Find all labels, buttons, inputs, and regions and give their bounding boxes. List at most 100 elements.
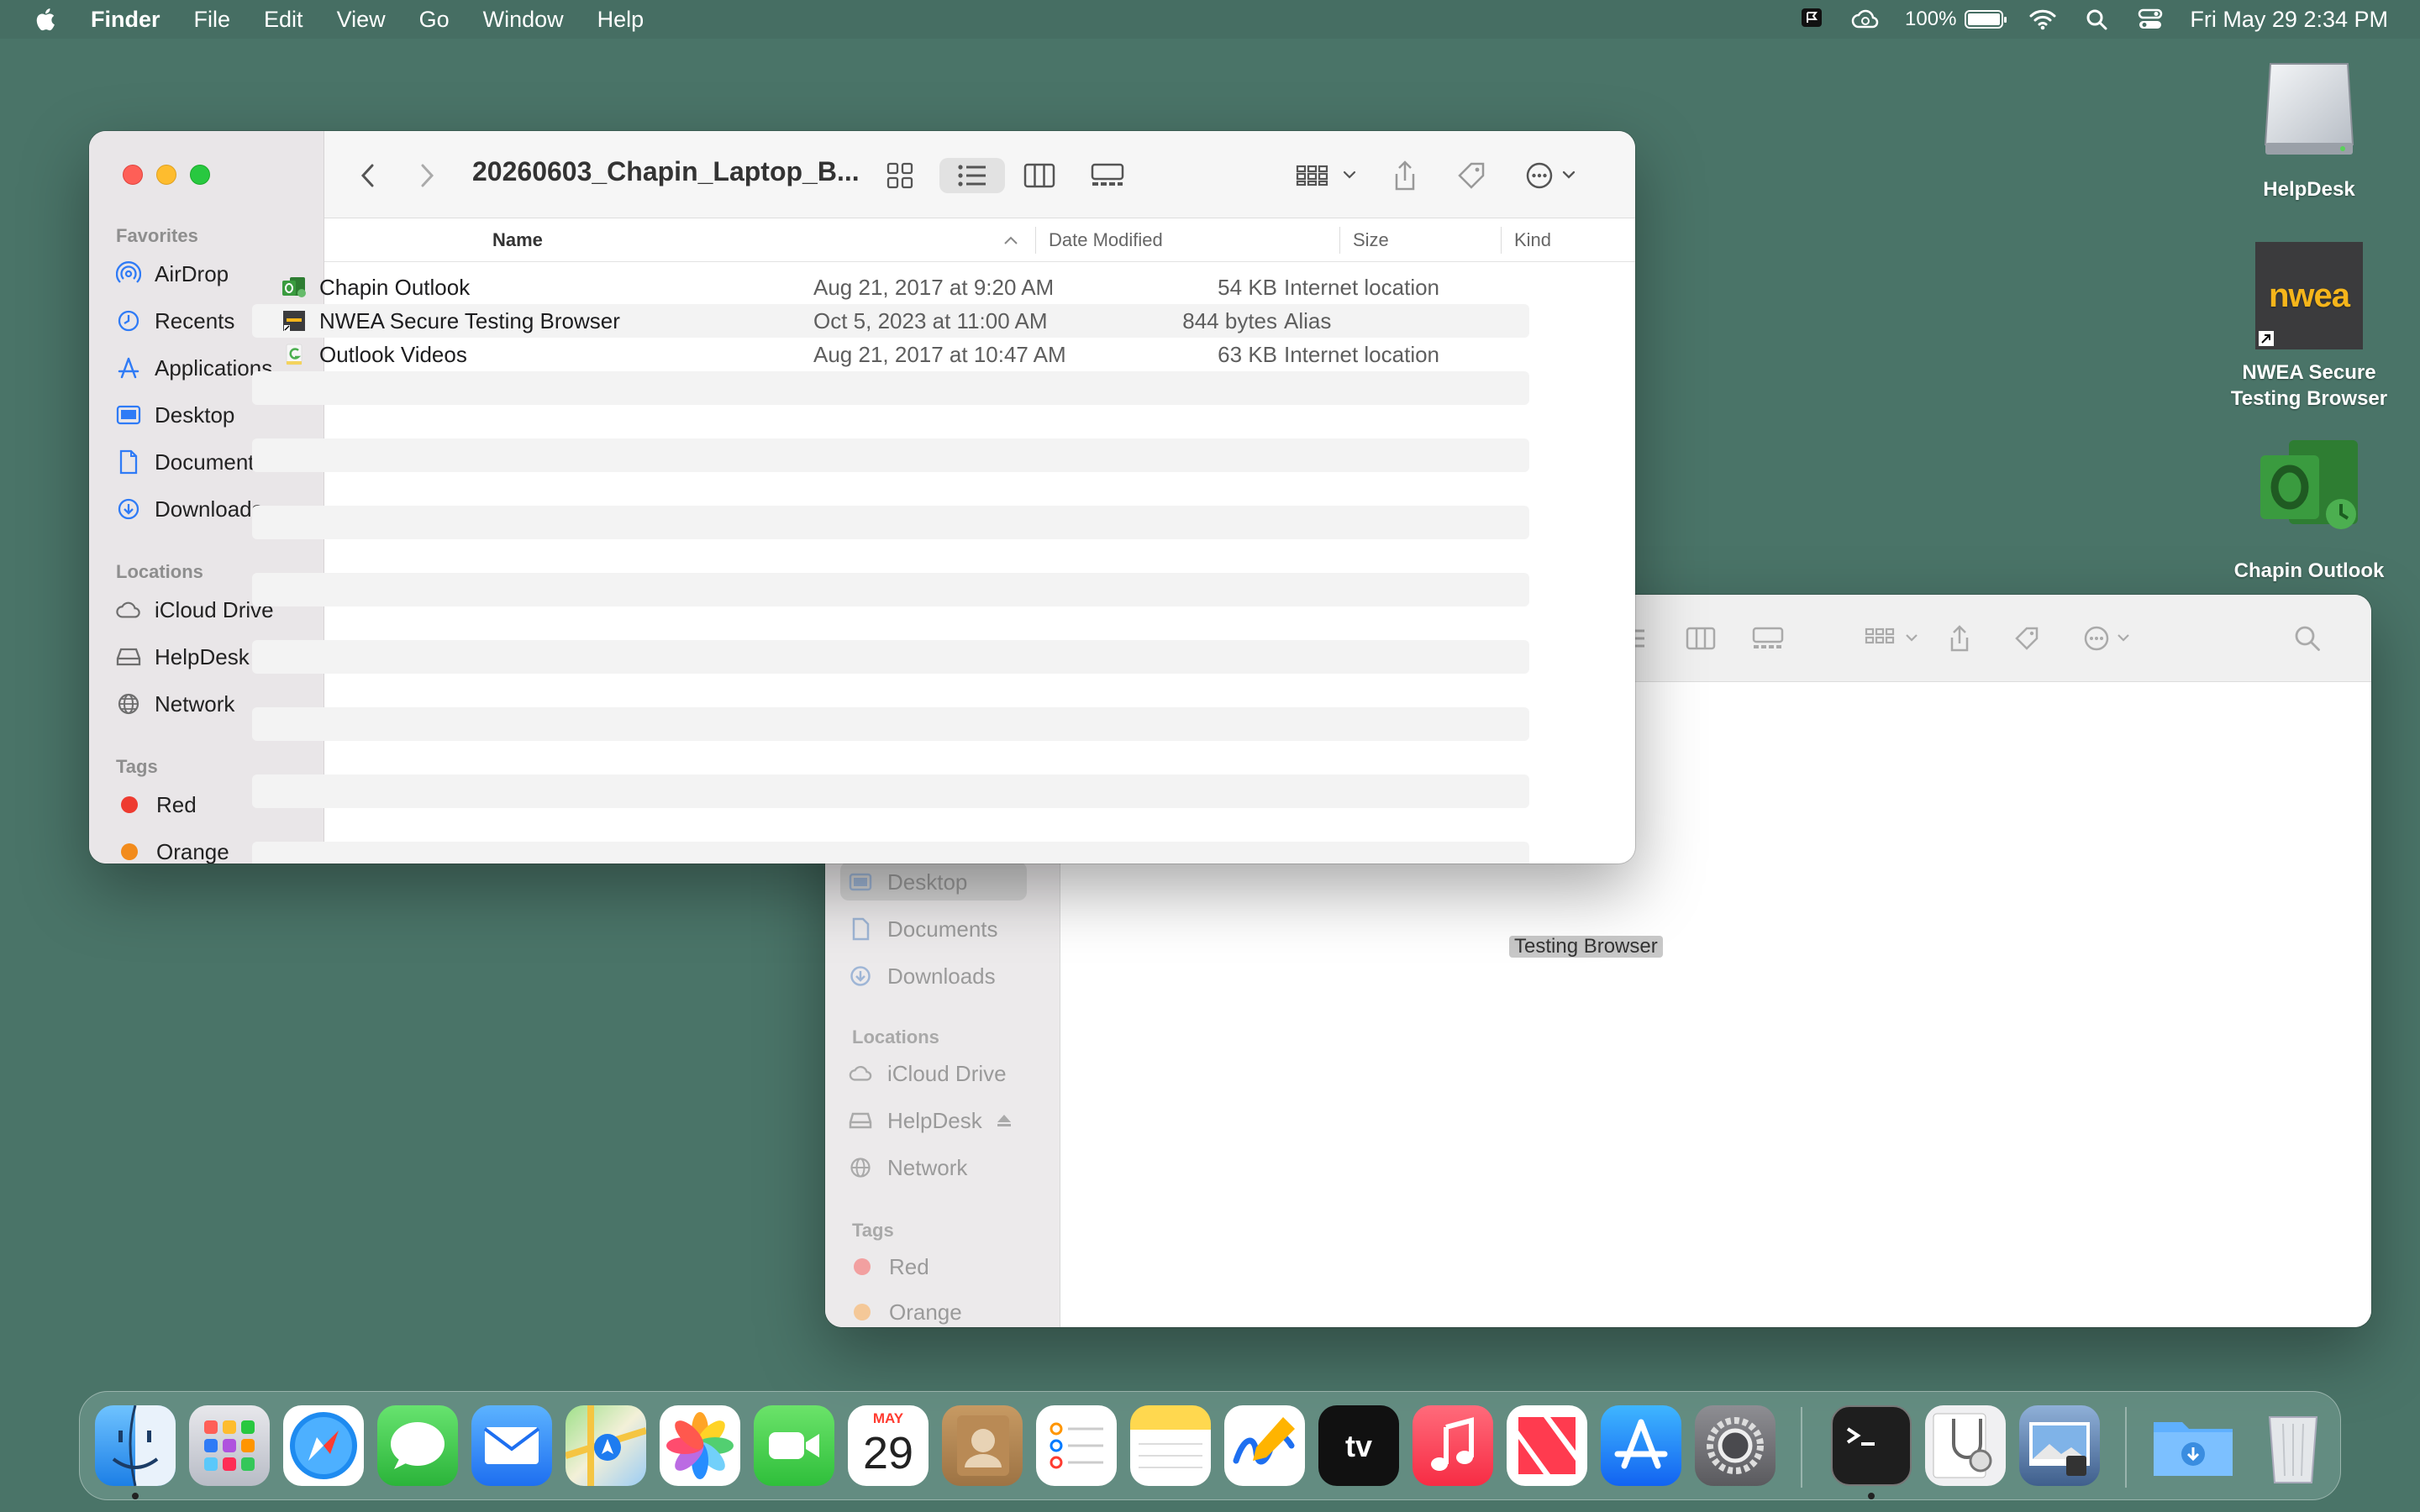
finder-toolbar: 20260603_Chapin_Laptop_B...: [324, 131, 1635, 218]
desktop-icon-nwea[interactable]: nwea NWEA Secure Testing Browser: [2218, 242, 2400, 412]
sidebar-item-icloud[interactable]: iCloud Drive: [116, 591, 274, 628]
search-icon[interactable]: [2291, 623, 2324, 654]
wifi-icon[interactable]: [2028, 5, 2057, 34]
menu-file[interactable]: File: [194, 7, 231, 33]
back-sidebar-item-downloads[interactable]: Downloads: [849, 958, 996, 995]
empty-row: [252, 808, 1529, 842]
eject-icon[interactable]: [996, 1113, 1013, 1128]
table-row[interactable]: Chapin Outlook Aug 21, 2017 at 9:20 AM 5…: [252, 270, 1529, 304]
share-button[interactable]: [1386, 158, 1423, 193]
sidebar-item-airdrop[interactable]: AirDrop: [116, 255, 229, 292]
notes-dock-icon[interactable]: [1130, 1405, 1211, 1486]
sidebar-item-documents[interactable]: Documents: [116, 444, 266, 480]
freeform-dock-icon[interactable]: [1224, 1405, 1305, 1486]
gallery-view-icon[interactable]: [1751, 623, 1785, 654]
creative-cloud-icon[interactable]: [1851, 5, 1880, 34]
launchpad-dock-icon[interactable]: [189, 1405, 270, 1486]
empty-row: [252, 472, 1529, 506]
control-center-icon[interactable]: [2136, 5, 2165, 34]
preview-dock-icon[interactable]: [2019, 1405, 2100, 1486]
dock-separator: [1801, 1407, 1802, 1488]
more-actions-button[interactable]: [1523, 158, 1590, 193]
system-settings-dock-icon[interactable]: [1695, 1405, 1776, 1486]
column-view-icon[interactable]: [1684, 623, 1718, 654]
reminders-dock-icon[interactable]: [1036, 1405, 1117, 1486]
group-by-button[interactable]: [1294, 158, 1361, 193]
column-header-name[interactable]: Name: [492, 218, 543, 262]
back-sidebar-tag-red[interactable]: Red: [849, 1248, 929, 1285]
list-view-button[interactable]: [939, 158, 1005, 193]
icon-view-button[interactable]: [881, 158, 919, 193]
desktop-icon-chapin-outlook[interactable]: Chapin Outlook: [2218, 433, 2400, 584]
gallery-view-button[interactable]: [1087, 158, 1128, 193]
column-header-kind[interactable]: Kind: [1514, 218, 1551, 262]
battery-indicator[interactable]: 100%: [1905, 8, 2007, 31]
tag-button[interactable]: [1452, 158, 1491, 193]
globe-icon: [116, 692, 141, 716]
system-information-dock-icon[interactable]: [1925, 1405, 2006, 1486]
back-sidebar-item-helpdesk[interactable]: HelpDesk: [849, 1102, 1013, 1139]
facetime-dock-icon[interactable]: [754, 1405, 834, 1486]
news-dock-icon[interactable]: [1507, 1405, 1587, 1486]
calendar-dock-icon[interactable]: MAY 29: [848, 1405, 929, 1486]
terminal-dock-icon[interactable]: [1831, 1405, 1912, 1486]
column-view-button[interactable]: [1020, 158, 1059, 193]
spotlight-icon[interactable]: [2082, 5, 2111, 34]
sidebar-label: AirDrop: [155, 260, 229, 286]
close-button[interactable]: [123, 165, 143, 185]
more-actions-icon[interactable]: [2081, 623, 2144, 654]
sidebar-tag-red[interactable]: Red: [116, 786, 197, 823]
apple-tv-dock-icon[interactable]: tv: [1318, 1405, 1399, 1486]
sort-ascending-icon[interactable]: [1003, 218, 1018, 262]
back-sidebar-item-desktop[interactable]: Desktop: [849, 864, 967, 900]
trash-dock-icon[interactable]: [2253, 1405, 2333, 1486]
menu-app-name[interactable]: Finder: [91, 7, 160, 33]
menu-clock[interactable]: Fri May 29 2:34 PM: [2190, 7, 2388, 33]
desktop-icon-helpdesk[interactable]: HelpDesk: [2218, 55, 2400, 202]
messages-dock-icon[interactable]: [377, 1405, 458, 1486]
file-name: NWEA Secure Testing Browser: [319, 307, 620, 333]
drive-icon: [116, 648, 141, 666]
back-sidebar-item-documents[interactable]: Documents: [849, 911, 998, 948]
music-dock-icon[interactable]: [1413, 1405, 1493, 1486]
sidebar-item-desktop[interactable]: Desktop: [116, 396, 234, 433]
back-sidebar-item-icloud[interactable]: iCloud Drive: [849, 1055, 1007, 1092]
file-kind: Alias: [1284, 307, 1332, 333]
safari-dock-icon[interactable]: [283, 1405, 364, 1486]
table-row[interactable]: NWEA Secure Testing Browser Oct 5, 2023 …: [252, 304, 1529, 338]
app-store-dock-icon[interactable]: [1601, 1405, 1681, 1486]
mail-dock-icon[interactable]: [471, 1405, 552, 1486]
maximize-button[interactable]: [190, 165, 210, 185]
back-button[interactable]: [350, 158, 387, 193]
menu-go[interactable]: Go: [419, 7, 450, 33]
table-row[interactable]: Outlook Videos Aug 21, 2017 at 10:47 AM …: [252, 338, 1529, 371]
nwea-logo-text: nwea: [2268, 276, 2350, 314]
menu-edit[interactable]: Edit: [264, 7, 303, 33]
menu-window[interactable]: Window: [483, 7, 564, 33]
sidebar-tag-orange[interactable]: Orange: [116, 833, 229, 864]
menu-view[interactable]: View: [337, 7, 386, 33]
back-sidebar-item-network[interactable]: Network: [849, 1149, 967, 1186]
maps-dock-icon[interactable]: [566, 1405, 646, 1486]
tag-icon[interactable]: [2010, 623, 2044, 654]
menu-help[interactable]: Help: [597, 7, 644, 33]
photos-dock-icon[interactable]: [660, 1405, 740, 1486]
empty-row: [252, 506, 1529, 539]
finder-window[interactable]: Favorites AirDrop Recents Applications D…: [89, 131, 1635, 864]
group-by-icon[interactable]: [1862, 623, 1926, 654]
share-icon[interactable]: [1943, 623, 1976, 654]
contacts-dock-icon[interactable]: [942, 1405, 1023, 1486]
flag-status-icon[interactable]: [1797, 5, 1826, 34]
sidebar-item-applications[interactable]: Applications: [116, 349, 272, 386]
sidebar-item-network[interactable]: Network: [116, 685, 234, 722]
column-header-date[interactable]: Date Modified: [1049, 218, 1163, 262]
sidebar-item-recents[interactable]: Recents: [116, 302, 234, 339]
minimize-button[interactable]: [156, 165, 176, 185]
downloads-stack-dock-icon[interactable]: [2149, 1405, 2238, 1486]
back-sidebar-tag-orange[interactable]: Orange: [849, 1294, 962, 1327]
sidebar-item-downloads[interactable]: Downloads: [116, 491, 263, 528]
forward-button[interactable]: [408, 158, 445, 193]
finder-dock-icon[interactable]: [95, 1405, 176, 1486]
column-header-size[interactable]: Size: [1353, 218, 1389, 262]
apple-menu-icon[interactable]: [32, 5, 60, 34]
